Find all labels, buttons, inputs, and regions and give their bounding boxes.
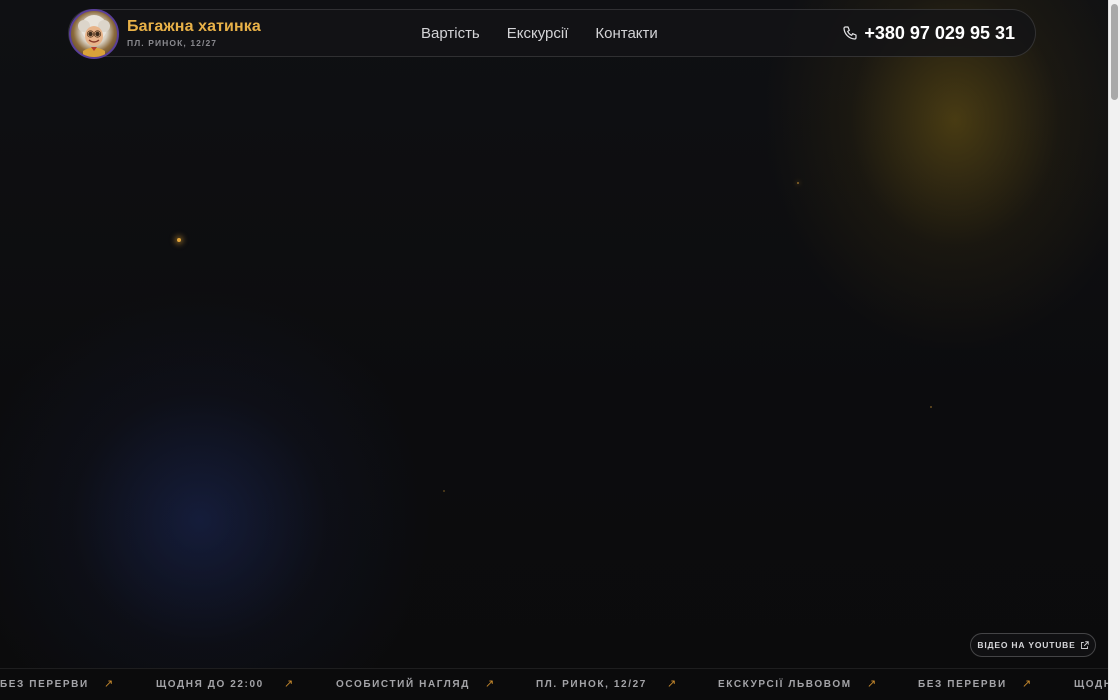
brand-name: Багажна хатинка	[127, 18, 261, 35]
nav-link-prices[interactable]: Вартість	[421, 25, 480, 42]
brand-address: пл. Ринок, 12/27	[127, 38, 218, 48]
ticker-item: БЕЗ ПЕРЕРВИ	[0, 679, 89, 690]
phone-number: +380 97 029 95 31	[864, 22, 1015, 43]
arrow-up-right-icon: ↗	[667, 678, 677, 690]
hero-section: Багажна хатинка пл. Ринок, 12/27 Вартіст…	[0, 0, 1120, 700]
ticker-item: ОСОБИСТИЙ НАГЛЯД	[336, 679, 470, 690]
ticker-item: ЩОДНЯ ДО 22:00	[1074, 679, 1108, 690]
arrow-up-right-icon: ↗	[867, 678, 877, 690]
site-header: Багажна хатинка пл. Ринок, 12/27 Вартіст…	[68, 9, 1036, 59]
external-link-icon	[1080, 640, 1089, 649]
sparkle-dot	[177, 238, 181, 242]
page-scrollbar[interactable]	[1108, 0, 1120, 700]
sparkle-dot	[930, 406, 932, 408]
nav-link-contacts[interactable]: Контакти	[595, 25, 657, 42]
nav-link-tours[interactable]: Екскурсії	[507, 25, 569, 42]
brand[interactable]: Багажна хатинка пл. Ринок, 12/27	[127, 17, 261, 49]
ticker-item: ЕКСКУРСІЇ ЛЬВОВОМ	[718, 679, 852, 690]
ticker-strip: БЕЗ ПЕРЕРВИ ↗ ЩОДНЯ ДО 22:00 ↗ ОСОБИСТИЙ…	[0, 668, 1108, 700]
sparkle-dot	[797, 182, 799, 184]
arrow-up-right-icon: ↗	[1022, 678, 1032, 690]
grandma-avatar-icon[interactable]	[69, 9, 119, 59]
scrollbar-thumb[interactable]	[1111, 4, 1118, 100]
ticker-item: ПЛ. РИНОК, 12/27	[536, 679, 647, 690]
phone-icon	[843, 26, 857, 40]
arrow-up-right-icon: ↗	[104, 678, 114, 690]
arrow-up-right-icon: ↗	[284, 678, 294, 690]
logo-illustration	[78, 15, 110, 57]
arrow-up-right-icon: ↗	[485, 678, 495, 690]
youtube-video-label: ВІДЕО НА YOUTUBE	[977, 640, 1076, 650]
youtube-video-button[interactable]: ВІДЕО НА YOUTUBE	[970, 633, 1096, 657]
phone-link[interactable]: +380 97 029 95 31	[842, 10, 1015, 56]
ticker-item: ЩОДНЯ ДО 22:00	[156, 679, 264, 690]
main-nav: Вартість Екскурсії Контакти	[421, 10, 685, 56]
ticker-item: БЕЗ ПЕРЕРВИ	[918, 679, 1007, 690]
sparkle-dot	[443, 490, 445, 492]
